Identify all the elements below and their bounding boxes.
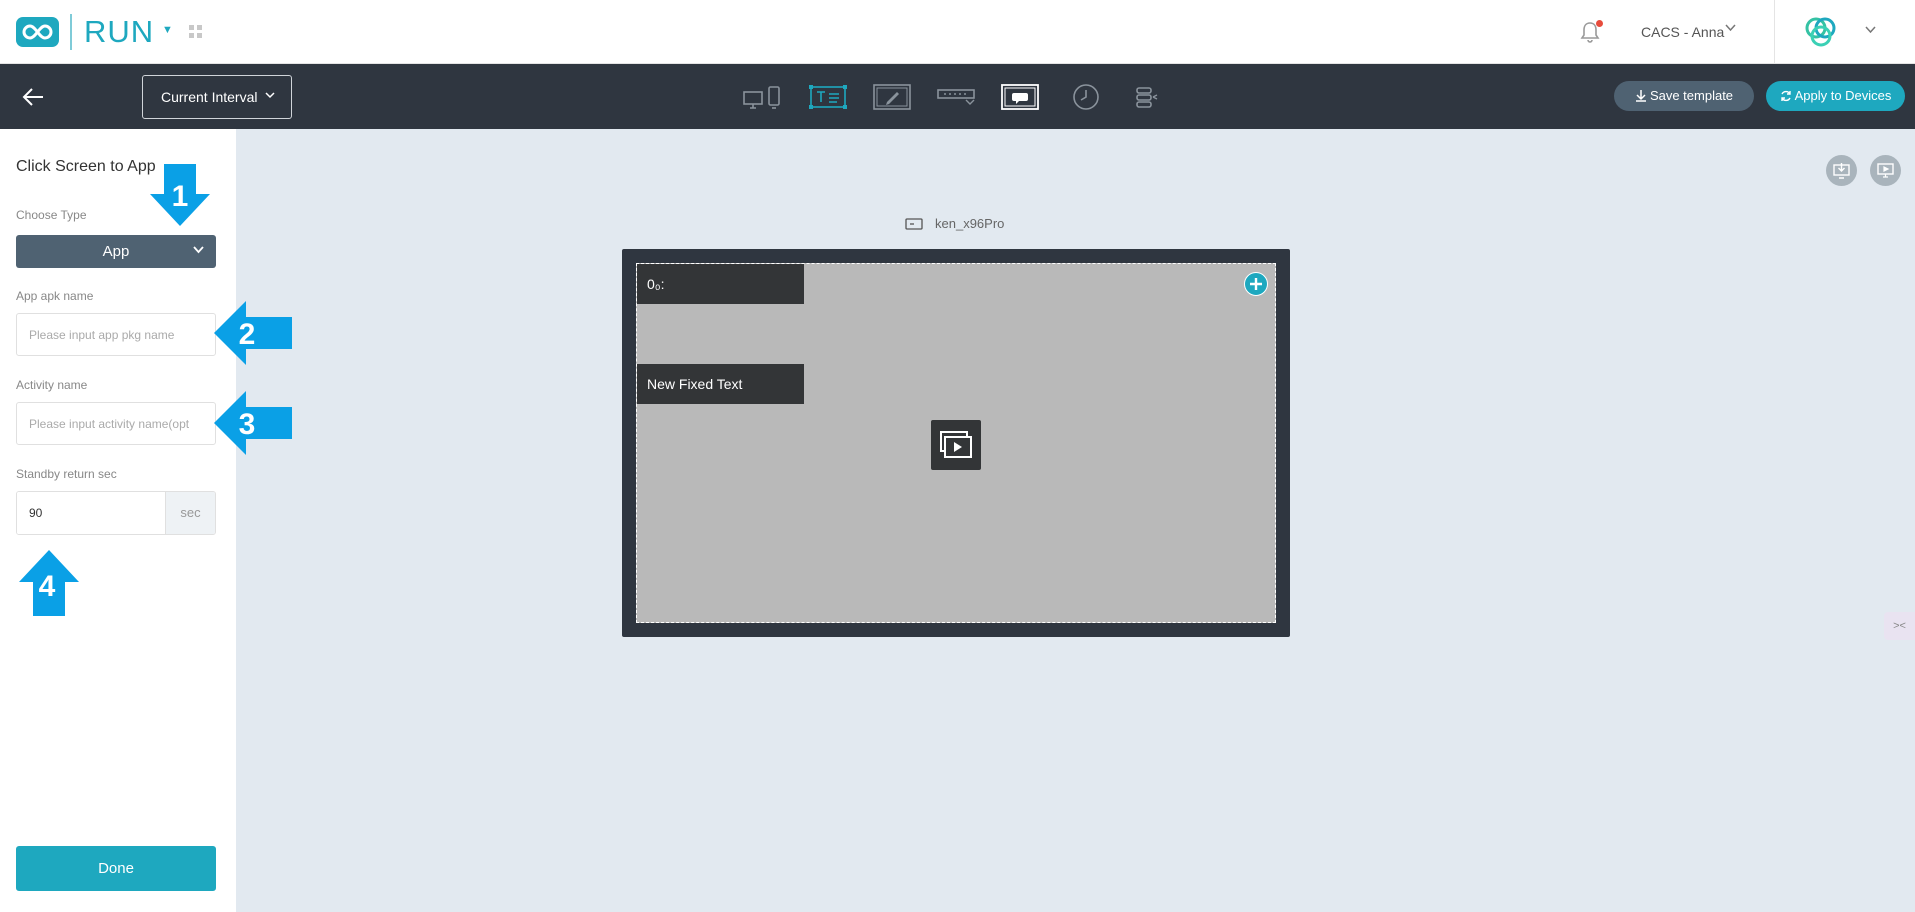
standby-unit-addon: sec <box>165 492 215 534</box>
done-button[interactable]: Done <box>16 846 216 891</box>
device-label: ken_x96Pro <box>905 216 1004 232</box>
screen-canvas[interactable]: 0₀: New Fixed Text <box>636 263 1276 623</box>
chevron-down-icon <box>193 246 204 254</box>
interval-dropdown-label: Current Interval <box>161 89 258 105</box>
apps-grid-icon[interactable] <box>189 25 202 38</box>
download-icon <box>1635 90 1646 102</box>
app-zone-icon[interactable] <box>1000 82 1040 112</box>
callout-number: 2 <box>239 318 256 351</box>
callout-arrow-left: 2 <box>214 301 292 365</box>
panel-title: Click Screen to App <box>16 158 156 175</box>
editor-toolbar: Current Interval Save template Apply to … <box>0 64 1915 129</box>
app-name[interactable]: RUN <box>84 14 154 50</box>
plus-icon <box>1250 278 1262 290</box>
app-switch-caret-icon[interactable]: ▼ <box>162 24 173 36</box>
fixed-text-zone[interactable]: New Fixed Text <box>637 364 804 404</box>
logo-icon[interactable] <box>16 17 59 47</box>
standby-return-field: sec <box>16 491 216 535</box>
media-placeholder[interactable] <box>931 420 981 470</box>
interval-dropdown[interactable]: Current Interval <box>142 75 292 119</box>
chevron-down-icon <box>265 92 275 99</box>
activity-name-input[interactable] <box>16 402 216 445</box>
apply-to-devices-label: Apply to Devices <box>1794 88 1892 103</box>
layers-icon[interactable] <box>1133 82 1159 112</box>
preview-screen-icon <box>1877 163 1894 178</box>
callout-arrow-down: 1 <box>150 164 210 226</box>
device-name: ken_x96Pro <box>935 216 1005 231</box>
standby-return-input[interactable] <box>17 492 165 534</box>
choose-type-label: Choose Type <box>16 208 87 222</box>
callout-arrow-left: 3 <box>214 391 292 455</box>
ticker-icon[interactable] <box>936 82 976 112</box>
back-arrow-icon[interactable] <box>22 87 44 107</box>
top-bar: RUN ▼ CACS - Anna <box>0 0 1915 64</box>
save-template-button[interactable]: Save template <box>1614 81 1754 111</box>
app-settings-panel: Click Screen to App Choose Type App App … <box>0 129 292 912</box>
callout-number: 3 <box>239 408 256 441</box>
add-zone-button[interactable] <box>1244 272 1268 296</box>
preview-button[interactable] <box>1870 155 1901 186</box>
standby-return-label: Standby return sec <box>16 467 117 481</box>
callout-number: 4 <box>39 570 56 603</box>
apk-name-input[interactable] <box>16 313 216 356</box>
user-menu-chevron-icon[interactable] <box>1725 24 1736 32</box>
callout-arrow-up: 4 <box>19 550 79 616</box>
device-icon <box>905 218 923 230</box>
multi-screen-icon[interactable] <box>742 82 784 112</box>
sync-icon <box>1780 90 1791 102</box>
header-divider <box>1774 0 1775 64</box>
logo-divider <box>70 14 72 50</box>
apk-name-label: App apk name <box>16 289 94 303</box>
notification-badge <box>1596 20 1603 27</box>
type-select-value: App <box>102 243 130 260</box>
device-screen-frame: 0₀: New Fixed Text <box>622 249 1290 637</box>
callout-number: 1 <box>172 180 189 213</box>
media-play-icon <box>940 431 972 458</box>
brand-menu-chevron-icon[interactable] <box>1865 26 1876 34</box>
clock-icon[interactable] <box>1071 82 1101 112</box>
activity-name-label: Activity name <box>16 378 88 392</box>
clock-zone[interactable]: 0₀: <box>637 264 804 304</box>
brand-logo-icon[interactable] <box>1801 14 1841 50</box>
text-zone-icon[interactable] <box>808 82 848 112</box>
apply-to-devices-button[interactable]: Apply to Devices <box>1766 81 1905 111</box>
import-button[interactable] <box>1826 155 1857 186</box>
collapse-panel-icon[interactable]: >< <box>1884 612 1915 640</box>
type-select[interactable]: App <box>16 235 216 268</box>
save-template-label: Save template <box>1649 88 1734 103</box>
download-screen-icon <box>1833 163 1850 179</box>
edit-zone-icon[interactable] <box>872 82 912 112</box>
user-menu-label[interactable]: CACS - Anna <box>1641 24 1724 40</box>
